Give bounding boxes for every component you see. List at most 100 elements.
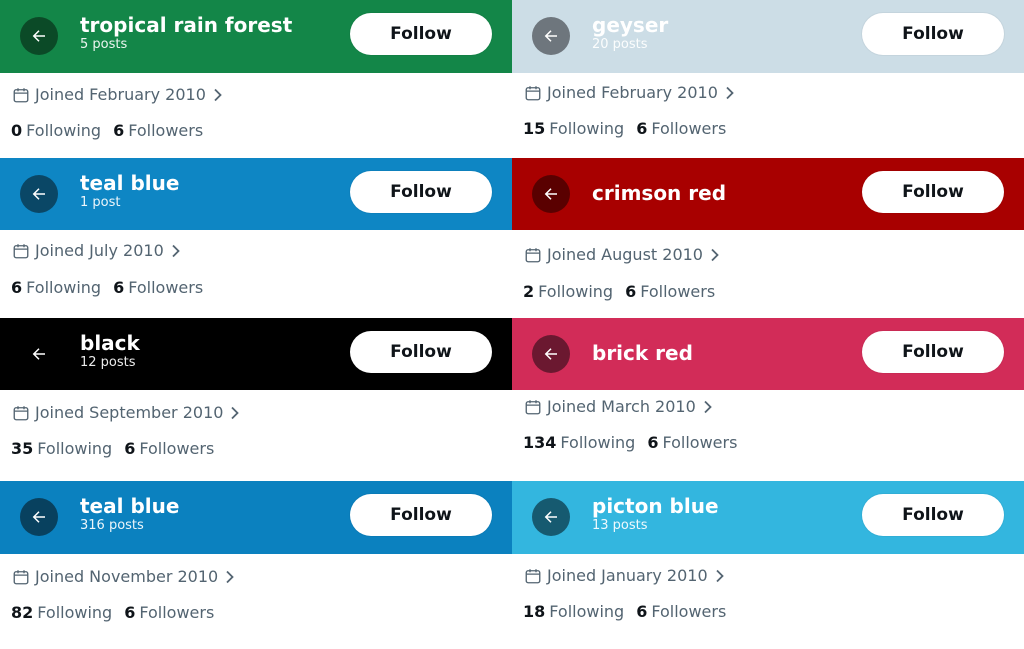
profile-card: crimson red Follow Joined August 2010 2F…	[512, 158, 1024, 318]
follow-stats: 134 Following 6 Followers	[523, 433, 749, 452]
following-count: 35	[11, 439, 34, 458]
follow-button[interactable]: Follow	[350, 494, 492, 536]
follow-button[interactable]: Follow	[862, 331, 1004, 373]
following-stat[interactable]: 35 Following	[11, 439, 112, 458]
profile-card: geyser 20 posts Follow Joined February 2…	[512, 0, 1024, 158]
back-button[interactable]	[20, 498, 58, 536]
following-stat[interactable]: 134 Following	[523, 433, 635, 452]
profile-card: teal blue 316 posts Follow Joined Novemb…	[0, 481, 512, 649]
back-button[interactable]	[532, 175, 570, 213]
profile-name: teal blue	[80, 171, 180, 195]
joined-date[interactable]: Joined March 2010	[524, 397, 713, 416]
joined-date[interactable]: Joined January 2010	[524, 566, 725, 585]
followers-stat[interactable]: 6 Followers	[124, 603, 214, 622]
chevron-right-icon	[231, 406, 240, 419]
profile-name: black	[80, 331, 140, 355]
profile-banner: crimson red Follow	[512, 158, 1024, 230]
follow-button[interactable]: Follow	[350, 171, 492, 213]
following-label: Following	[560, 433, 636, 452]
profile-banner: geyser 20 posts Follow	[512, 0, 1024, 73]
follow-button[interactable]: Follow	[350, 13, 492, 55]
following-stat[interactable]: 6 Following	[11, 278, 101, 297]
followers-count: 6	[124, 439, 136, 458]
back-button[interactable]	[532, 335, 570, 373]
calendar-icon	[13, 243, 29, 258]
follow-stats: 15 Following 6 Followers	[523, 119, 738, 138]
profile-card: teal blue 1 post Follow Joined July 2010…	[0, 158, 512, 318]
profile-name: tropical rain forest	[80, 13, 293, 37]
back-arrow-icon	[32, 30, 45, 42]
back-arrow-icon	[32, 188, 45, 200]
profile-banner: teal blue 316 posts Follow	[0, 481, 512, 554]
back-arrow-icon	[544, 30, 557, 42]
calendar-icon	[525, 399, 541, 414]
following-label: Following	[26, 278, 102, 297]
following-label: Following	[37, 439, 113, 458]
post-count: 12 posts	[80, 355, 136, 370]
profile-banner: black 12 posts Follow	[0, 318, 512, 390]
joined-text: Joined February 2010	[547, 83, 718, 102]
followers-count: 6	[647, 433, 659, 452]
following-stat[interactable]: 18 Following	[523, 602, 624, 621]
following-count: 2	[523, 282, 535, 301]
following-count: 82	[11, 603, 34, 622]
profile-banner: picton blue 13 posts Follow	[512, 481, 1024, 554]
back-button[interactable]	[20, 335, 58, 373]
follow-button[interactable]: Follow	[862, 171, 1004, 213]
following-stat[interactable]: 0 Following	[11, 121, 101, 140]
profile-name: picton blue	[592, 494, 719, 518]
joined-date[interactable]: Joined August 2010	[524, 245, 720, 264]
profile-header-titles: crimson red	[592, 181, 726, 205]
followers-count: 6	[636, 119, 648, 138]
follow-stats: 18 Following 6 Followers	[523, 602, 738, 621]
post-count: 20 posts	[592, 37, 648, 52]
followers-stat[interactable]: 6 Followers	[636, 602, 726, 621]
following-label: Following	[538, 282, 614, 301]
back-button[interactable]	[20, 17, 58, 55]
followers-stat[interactable]: 6 Followers	[113, 121, 203, 140]
post-count: 1 post	[80, 195, 121, 210]
followers-stat[interactable]: 6 Followers	[625, 282, 715, 301]
following-stat[interactable]: 82 Following	[11, 603, 112, 622]
followers-stat[interactable]: 6 Followers	[636, 119, 726, 138]
calendar-icon	[525, 85, 541, 100]
following-label: Following	[549, 602, 625, 621]
profile-header-titles: black 12 posts	[80, 331, 140, 370]
following-stat[interactable]: 2 Following	[523, 282, 613, 301]
followers-count: 6	[124, 603, 136, 622]
follow-button[interactable]: Follow	[862, 13, 1004, 55]
joined-text: Joined February 2010	[35, 85, 206, 104]
joined-date[interactable]: Joined February 2010	[524, 83, 735, 102]
follow-stats: 0 Following 6 Followers	[11, 121, 215, 140]
followers-stat[interactable]: 6 Followers	[124, 439, 214, 458]
back-button[interactable]	[532, 498, 570, 536]
calendar-icon	[525, 247, 541, 262]
following-label: Following	[549, 119, 625, 138]
joined-text: Joined March 2010	[547, 397, 696, 416]
calendar-icon	[13, 569, 29, 584]
followers-label: Followers	[662, 433, 738, 452]
followers-count: 6	[113, 121, 125, 140]
joined-date[interactable]: Joined February 2010	[12, 85, 223, 104]
profile-grid: tropical rain forest 5 posts Follow Join…	[0, 0, 1024, 649]
followers-label: Followers	[651, 602, 727, 621]
followers-stat[interactable]: 6 Followers	[113, 278, 203, 297]
follow-button[interactable]: Follow	[350, 331, 492, 373]
joined-date[interactable]: Joined July 2010	[12, 241, 181, 260]
post-count: 5 posts	[80, 37, 128, 52]
back-button[interactable]	[532, 17, 570, 55]
follow-button[interactable]: Follow	[862, 494, 1004, 536]
follow-stats: 6 Following 6 Followers	[11, 278, 215, 297]
joined-date[interactable]: Joined November 2010	[12, 567, 235, 586]
calendar-icon	[13, 87, 29, 102]
following-stat[interactable]: 15 Following	[523, 119, 624, 138]
back-button[interactable]	[20, 175, 58, 213]
calendar-icon	[13, 405, 29, 420]
profile-header-titles: tropical rain forest 5 posts	[80, 13, 292, 52]
profile-card: brick red Follow Joined March 2010 134 Fo…	[512, 318, 1024, 481]
followers-stat[interactable]: 6 Followers	[647, 433, 737, 452]
back-arrow-icon	[32, 348, 45, 360]
profile-header-titles: brick red	[592, 341, 693, 365]
chevron-right-icon	[711, 248, 719, 261]
joined-date[interactable]: Joined September 2010	[12, 403, 240, 422]
